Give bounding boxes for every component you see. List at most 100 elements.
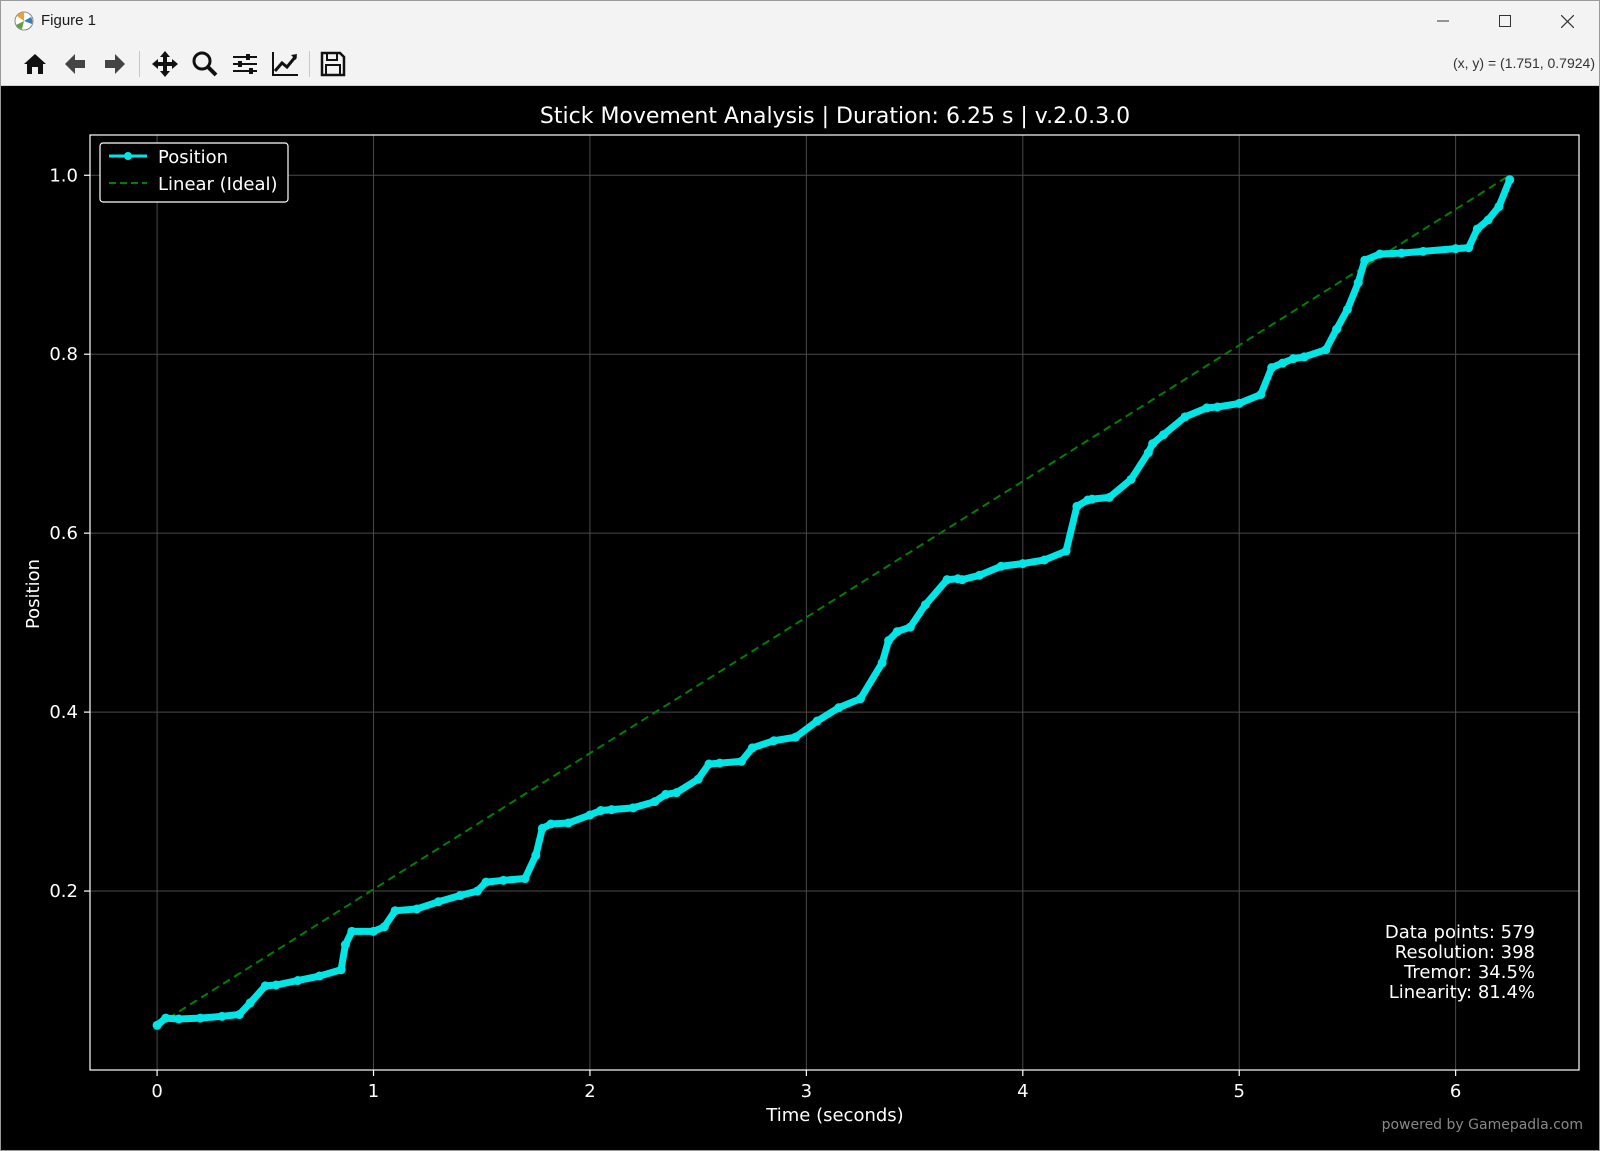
y-tick-label: 0.6: [49, 523, 78, 544]
position-point: [1018, 559, 1028, 569]
position-point: [672, 788, 682, 798]
position-point: [271, 980, 281, 990]
position-point: [336, 965, 346, 975]
position-point: [1143, 448, 1153, 458]
position-point: [892, 627, 902, 637]
position-point: [1418, 246, 1428, 256]
x-tick-label: 4: [1017, 1081, 1028, 1102]
close-button[interactable]: [1537, 1, 1597, 41]
x-tick-label: 1: [368, 1081, 379, 1102]
position-point: [650, 797, 660, 807]
legend-position-marker: [124, 152, 132, 160]
zoom-icon: [192, 51, 218, 77]
minimize-icon: [1437, 20, 1449, 22]
x-tick-label: 5: [1233, 1081, 1244, 1102]
position-point: [877, 658, 887, 668]
position-point: [520, 874, 530, 884]
position-point: [472, 886, 482, 896]
maximize-button[interactable]: [1475, 1, 1535, 41]
position-point: [433, 897, 443, 907]
position-point: [920, 600, 930, 610]
matplotlib-logo-icon: [14, 11, 34, 31]
position-point: [1087, 494, 1097, 504]
x-tick-label: 2: [584, 1081, 595, 1102]
position-point: [1321, 345, 1331, 355]
position-point: [1299, 352, 1309, 362]
figure-window: Figure 1 (x, y) = (1.751, 0.7924) 0 1 2 …: [0, 0, 1600, 1151]
position-point: [1375, 249, 1385, 259]
save-button[interactable]: [315, 47, 351, 81]
position-point: [1061, 546, 1071, 556]
forward-button[interactable]: [97, 47, 133, 81]
title-bar: Figure 1: [1, 1, 1599, 41]
position-point: [1472, 224, 1482, 234]
position-point: [1234, 398, 1244, 408]
stat-tremor: Tremor: 34.5%: [1403, 962, 1535, 983]
position-point: [1353, 278, 1363, 288]
position-point: [455, 891, 465, 901]
position-point: [769, 736, 779, 746]
position-point: [260, 981, 270, 991]
back-button[interactable]: [57, 47, 93, 81]
position-point: [481, 877, 491, 887]
position-point: [1148, 439, 1158, 449]
home-icon: [24, 54, 46, 74]
chart[interactable]: 0 1 2 3 4 5 6 0.2 0.4 0.6 0.8 1.0 Stick Movement An…: [1, 86, 1599, 1150]
pan-button[interactable]: [147, 47, 183, 81]
position-point: [1464, 243, 1474, 253]
position-point: [314, 971, 324, 981]
position-point: [340, 940, 350, 950]
position-point: [905, 622, 915, 632]
position-point: [379, 922, 389, 932]
position-point: [791, 732, 801, 742]
position-point: [884, 636, 894, 646]
position-point: [1072, 501, 1082, 511]
subplots-icon: [233, 54, 257, 74]
stats-annotation: Data points: 579 Resolution: 398 Tremor:…: [1385, 922, 1535, 1003]
position-point: [975, 570, 985, 580]
subplots-button[interactable]: [227, 47, 263, 81]
y-tick-label: 1.0: [49, 165, 78, 186]
position-point: [412, 904, 422, 914]
position-point: [1267, 363, 1277, 373]
position-point: [715, 758, 725, 768]
back-arrow-icon: [65, 54, 85, 74]
position-point: [152, 1020, 162, 1030]
position-point: [1494, 202, 1504, 212]
position-point: [834, 703, 844, 713]
position-point: [531, 850, 541, 860]
chart-title: Stick Movement Analysis | Duration: 6.25…: [540, 104, 1130, 129]
position-point: [1180, 412, 1190, 422]
minimize-button[interactable]: [1413, 1, 1473, 41]
edit-axis-button[interactable]: [267, 47, 303, 81]
stat-linearity: Linearity: 81.4%: [1389, 982, 1535, 1003]
figure-canvas[interactable]: 0 1 2 3 4 5 6 0.2 0.4 0.6 0.8 1.0 Stick Movement An…: [1, 86, 1599, 1150]
cursor-coordinates: (x, y) = (1.751, 0.7924): [1452, 55, 1595, 71]
stat-resolution: Resolution: 398: [1395, 942, 1535, 963]
y-tick-label: 0.4: [49, 702, 78, 723]
x-tick-label: 0: [151, 1081, 162, 1102]
y-axis-label: Position: [23, 559, 44, 629]
home-button[interactable]: [17, 47, 53, 81]
navigation-toolbar: (x, y) = (1.751, 0.7924): [1, 41, 1599, 86]
toolbar-separator: [309, 51, 310, 77]
position-point: [596, 806, 606, 816]
y-tick-label: 0.2: [49, 881, 78, 902]
position-point: [747, 743, 757, 753]
position-point: [942, 575, 952, 585]
position-point: [996, 561, 1006, 571]
position-point: [957, 575, 967, 585]
position-point: [390, 906, 400, 916]
position-point: [1397, 248, 1407, 258]
position-point: [1277, 358, 1287, 368]
edit-axis-icon: [272, 52, 298, 76]
position-point: [217, 1011, 227, 1021]
position-point: [234, 1010, 244, 1020]
position-point: [661, 789, 671, 799]
position-point: [174, 1014, 184, 1024]
zoom-button[interactable]: [187, 47, 223, 81]
save-icon: [320, 51, 346, 77]
legend: Position Linear (Ideal): [99, 142, 289, 203]
position-point: [161, 1013, 171, 1023]
position-point: [537, 823, 547, 833]
